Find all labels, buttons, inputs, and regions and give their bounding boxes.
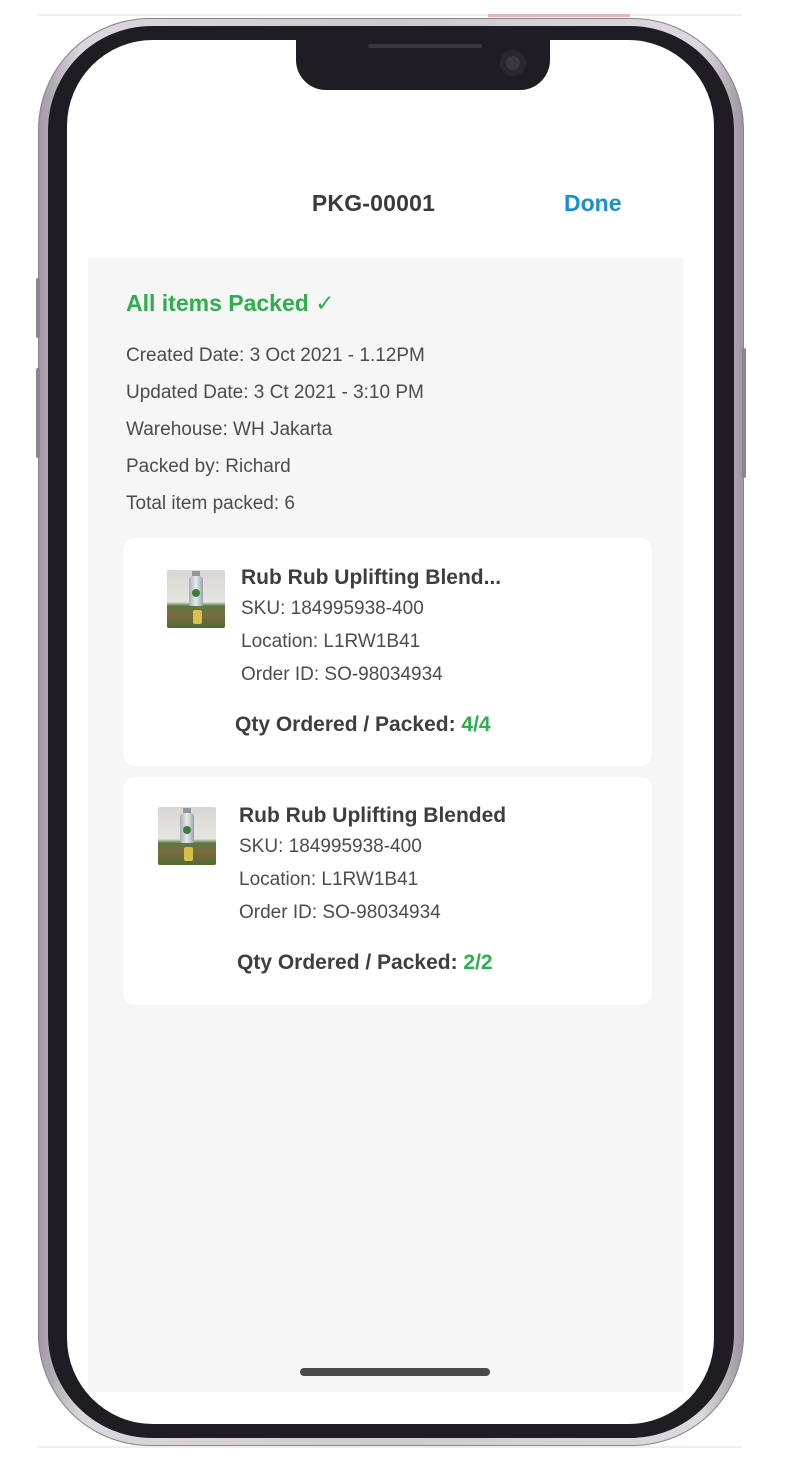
qty-label: Qty Ordered / Packed:: [237, 951, 464, 974]
packing-status: All items Packed ✓: [126, 290, 335, 316]
item-sku: SKU: 184995938-400: [241, 598, 424, 619]
jar-shape: [184, 847, 193, 861]
created-date: Created Date: 3 Oct 2021 - 1.12PM: [126, 345, 425, 366]
item-order-id: Order ID: SO-98034934: [239, 902, 441, 923]
jar-shape: [193, 610, 202, 624]
done-button[interactable]: Done: [564, 190, 622, 217]
item-location: Location: L1RW1B41: [241, 631, 421, 652]
item-name: Rub Rub Uplifting Blend...: [241, 566, 502, 589]
mute-switch: [36, 278, 40, 338]
bottom-divider: [38, 1446, 742, 1448]
packed-by: Packed by: Richard: [126, 456, 291, 477]
top-accent-line: [488, 14, 630, 17]
warehouse: Warehouse: WH Jakarta: [126, 419, 333, 440]
updated-date: Updated Date: 3 Ct 2021 - 3:10 PM: [126, 382, 424, 403]
power-button: [742, 348, 746, 478]
volume-up-button: [36, 368, 40, 458]
home-indicator[interactable]: [300, 1368, 490, 1376]
qty-label: Qty Ordered / Packed:: [235, 713, 462, 736]
product-thumbnail: [167, 570, 225, 628]
page: PKG-00001 Done All items Packed ✓ Create…: [0, 0, 790, 1476]
phone-screen: PKG-00001 Done All items Packed ✓ Create…: [67, 40, 714, 1424]
bottle-label-shape: [183, 826, 191, 834]
total-items-packed: Total item packed: 6: [126, 493, 295, 514]
item-location: Location: L1RW1B41: [239, 869, 419, 890]
top-divider: [38, 14, 742, 16]
page-title: PKG-00001: [311, 190, 436, 216]
speaker-grille: [368, 44, 482, 48]
packed-item-card[interactable]: Rub Rub Uplifting Blend... SKU: 18499593…: [123, 538, 652, 766]
bottle-label-shape: [192, 589, 200, 597]
phone-frame: PKG-00001 Done All items Packed ✓ Create…: [36, 18, 746, 1446]
item-name: Rub Rub Uplifting Blended: [239, 804, 507, 827]
item-sku: SKU: 184995938-400: [239, 836, 422, 857]
front-camera-icon: [500, 50, 526, 76]
qty-value: 2/2: [463, 951, 493, 974]
item-qty: Qty Ordered / Packed: 2/2: [237, 951, 493, 975]
qty-value: 4/4: [461, 713, 491, 736]
item-qty: Qty Ordered / Packed: 4/4: [235, 713, 491, 737]
item-order-id: Order ID: SO-98034934: [241, 664, 443, 685]
phone-notch: [296, 40, 550, 90]
product-thumbnail: [158, 807, 216, 865]
packed-item-card[interactable]: Rub Rub Uplifting Blended SKU: 184995938…: [123, 777, 652, 1005]
